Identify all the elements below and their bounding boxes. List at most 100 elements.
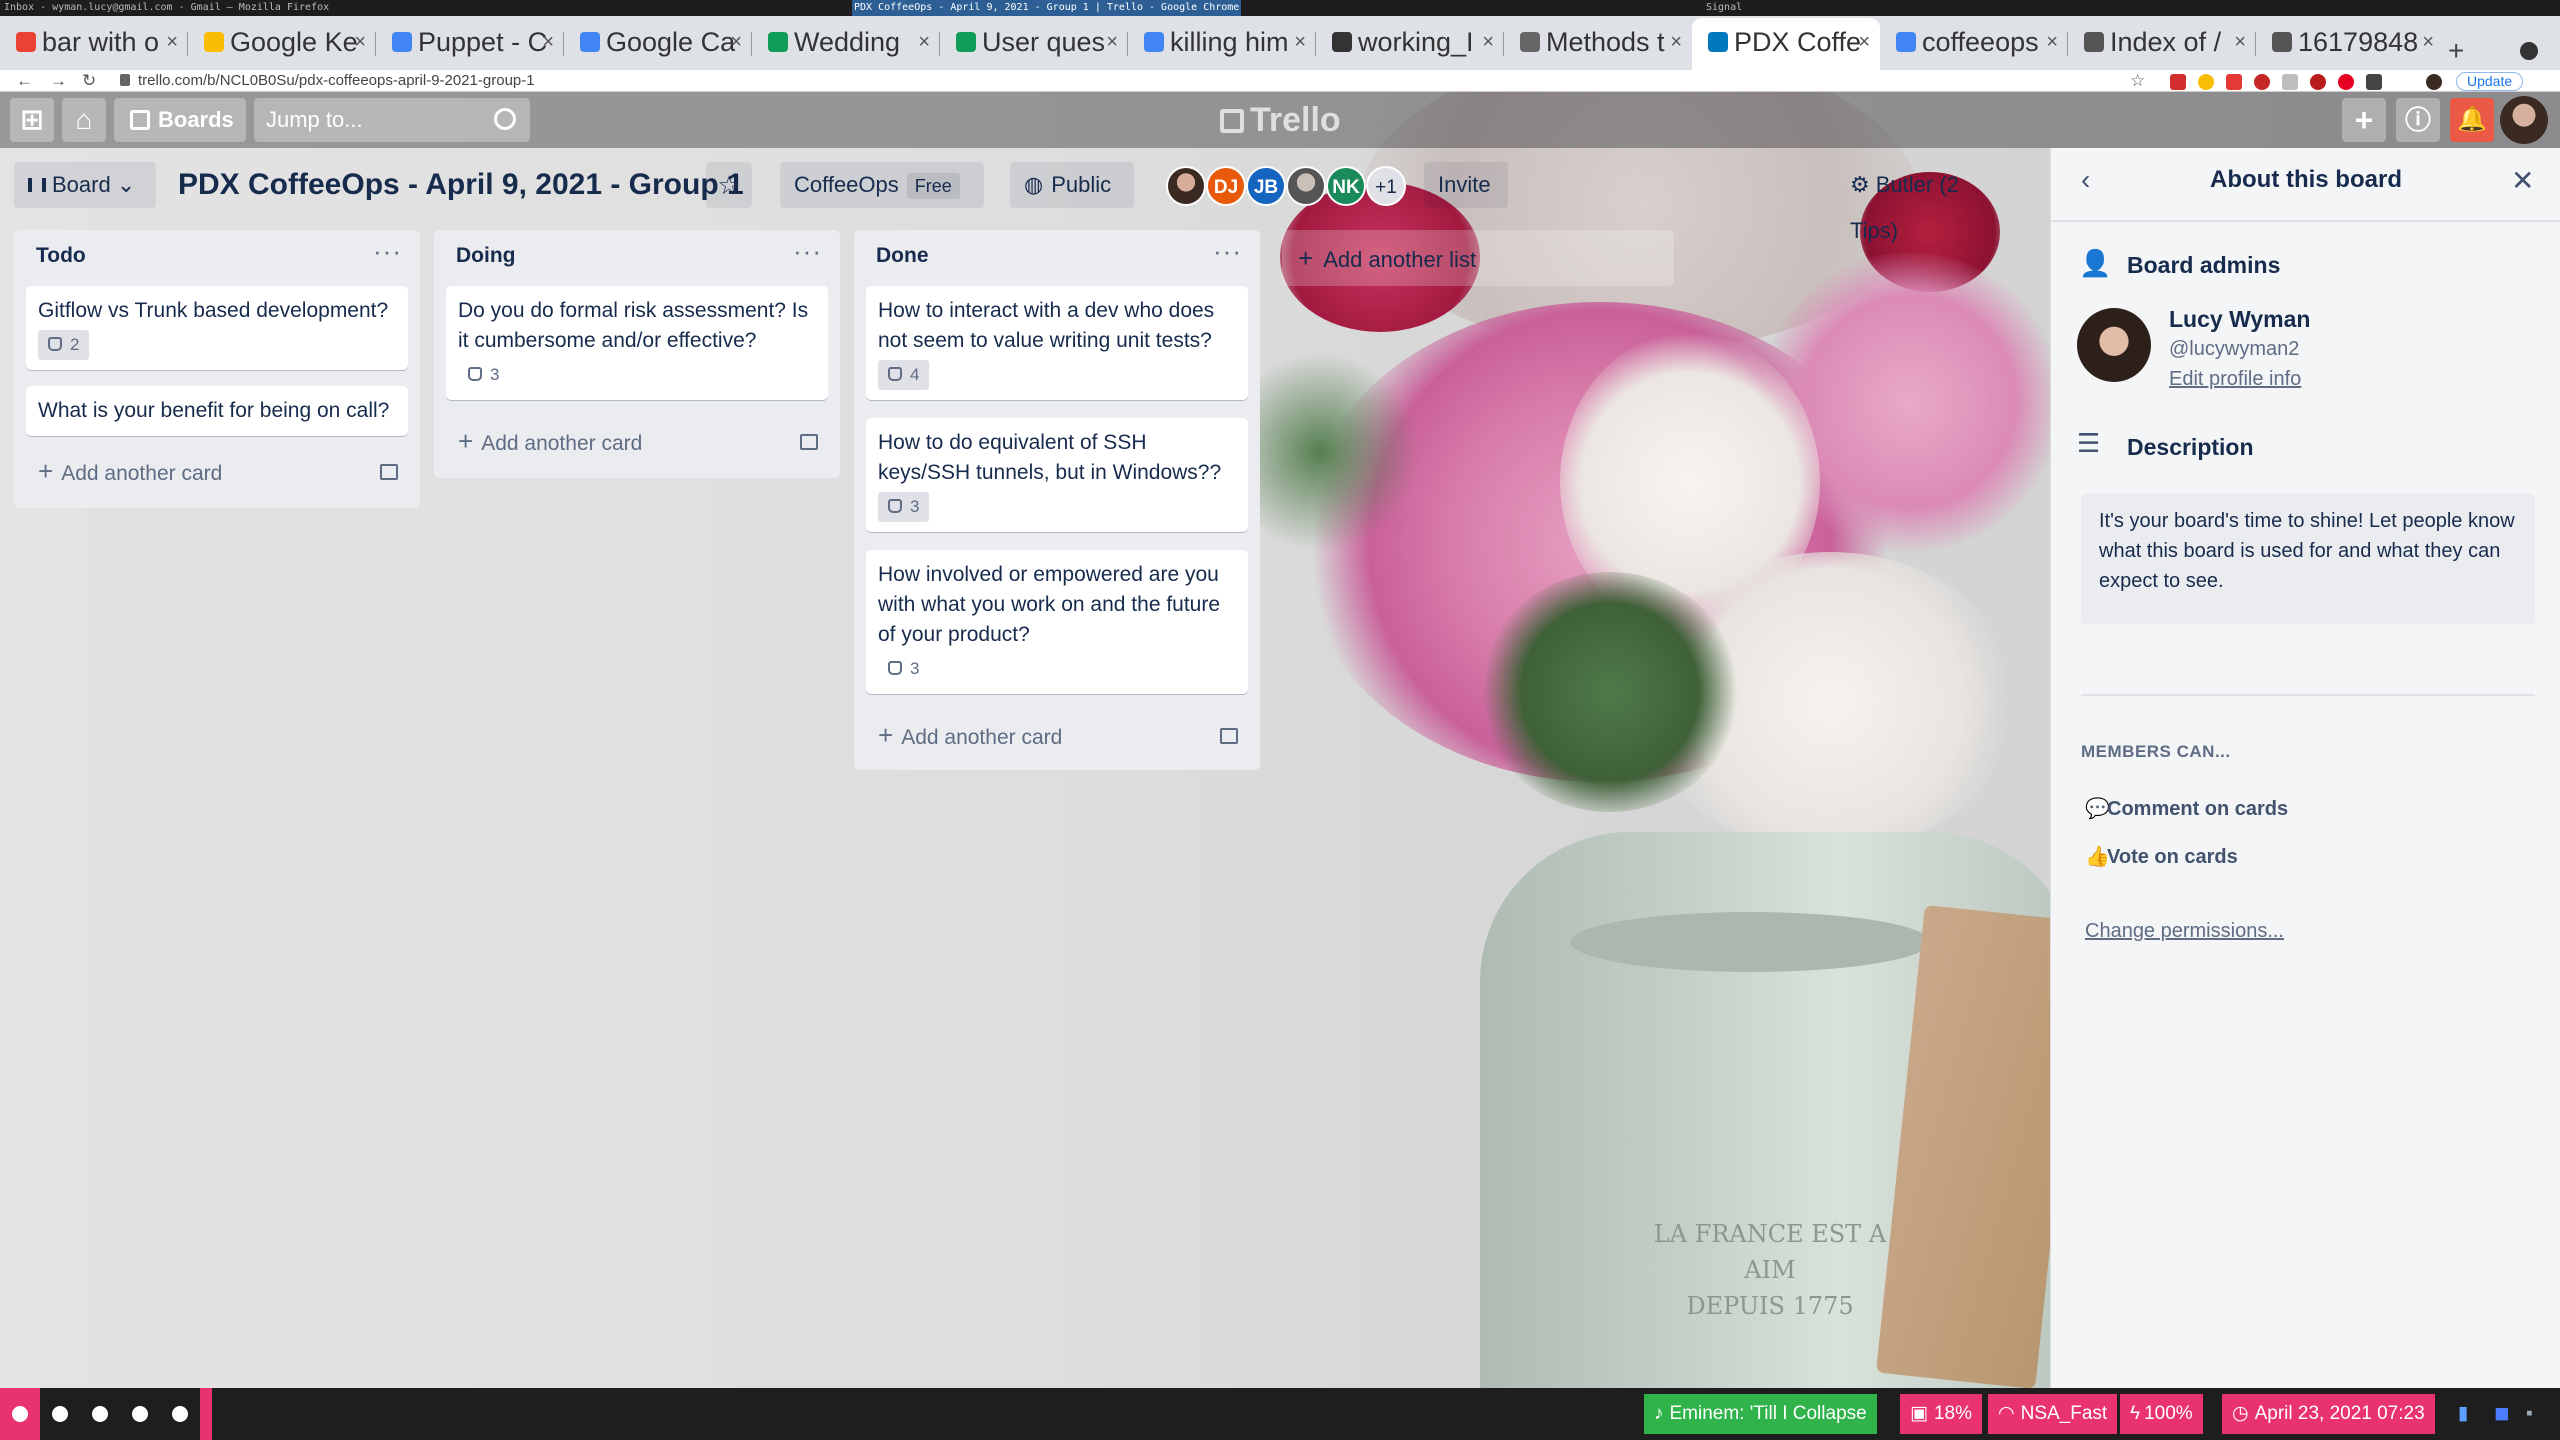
music-status[interactable]: ♪ Eminem: 'Till I Collapse	[1644, 1394, 1877, 1434]
close-tab-icon[interactable]: ×	[354, 18, 366, 66]
close-tab-icon[interactable]: ×	[730, 18, 742, 66]
member-avatar[interactable]: NK	[1326, 166, 1366, 206]
extension-icon[interactable]	[2338, 74, 2354, 90]
info-icon[interactable]: ⓘ	[2396, 98, 2440, 142]
list-title[interactable]: Doing	[456, 244, 515, 268]
member-avatar[interactable]: JB	[1246, 166, 1286, 206]
more-members[interactable]: +1	[1366, 166, 1406, 206]
add-card-button[interactable]: + Add another card	[458, 426, 642, 459]
list-menu-icon[interactable]: ···	[373, 236, 402, 267]
browser-tab[interactable]: Index of / ×	[2068, 18, 2256, 70]
workspace-indicator[interactable]	[80, 1388, 120, 1440]
add-list-button[interactable]: + Add another list	[1282, 230, 1674, 286]
boards-button[interactable]: Boards	[114, 98, 246, 142]
list-title[interactable]: Done	[876, 244, 929, 268]
extension-icon[interactable]	[2226, 74, 2242, 90]
browser-tab-active[interactable]: PDX Coffe ×	[1692, 18, 1880, 70]
notification-bell-icon[interactable]: 🔔	[2450, 98, 2494, 142]
browser-menu-icon[interactable]	[2520, 42, 2538, 60]
browser-tab[interactable]: working_I ×	[1316, 18, 1504, 70]
visibility-button[interactable]: ◍ Public	[1010, 162, 1134, 208]
vote-badge[interactable]: 4	[878, 360, 930, 390]
change-permissions-link[interactable]: Change permissions...	[2085, 920, 2284, 943]
card[interactable]: What is your benefit for being on call?	[26, 386, 408, 436]
back-icon[interactable]: ←	[16, 70, 33, 92]
board-title[interactable]: PDX CoffeeOps - April 9, 2021 - Group 1	[178, 162, 744, 208]
member-avatar[interactable]: DJ	[1206, 166, 1246, 206]
create-plus-icon[interactable]: +	[2342, 98, 2386, 142]
puzzle-icon[interactable]	[2366, 74, 2382, 90]
browser-tab[interactable]: 16179848 ×	[2256, 18, 2444, 70]
close-tab-icon[interactable]: ×	[918, 18, 930, 66]
workspace-indicator[interactable]	[40, 1388, 80, 1440]
browser-tab[interactable]: Google Ke ×	[188, 18, 376, 70]
close-tab-icon[interactable]: ×	[1858, 18, 1870, 66]
board-view-switcher[interactable]: Board ⌄	[14, 162, 156, 208]
admin-avatar[interactable]	[2077, 308, 2151, 382]
invite-button[interactable]: Invite	[1424, 162, 1508, 208]
card-template-icon[interactable]	[1220, 728, 1238, 744]
vote-badge[interactable]: 3	[878, 492, 930, 522]
close-tab-icon[interactable]: ×	[1294, 18, 1306, 66]
trello-logo[interactable]: Trello	[1220, 92, 1341, 148]
card[interactable]: How to interact with a dev who does not …	[866, 286, 1248, 400]
add-card-button[interactable]: + Add another card	[878, 720, 1062, 753]
extension-icon[interactable]	[2254, 74, 2270, 90]
zoom-tray-icon[interactable]: ◼	[2484, 1394, 2520, 1434]
url-field[interactable]: trello.com/b/NCL0B0Su/pdx-coffeeops-apri…	[138, 70, 535, 92]
close-tab-icon[interactable]: ×	[542, 18, 554, 66]
extension-icon[interactable]	[2170, 74, 2186, 90]
close-tab-icon[interactable]: ×	[1670, 18, 1682, 66]
browser-tab[interactable]: killing him ×	[1128, 18, 1316, 70]
browser-tab[interactable]: Wedding ×	[752, 18, 940, 70]
member-avatar[interactable]	[1166, 166, 1206, 206]
update-button[interactable]: Update	[2456, 72, 2524, 91]
extension-icon[interactable]	[2198, 74, 2214, 90]
browser-tab[interactable]: coffeeops ×	[1880, 18, 2068, 70]
list-menu-icon[interactable]: ···	[1213, 236, 1242, 267]
close-tab-icon[interactable]: ×	[1106, 18, 1118, 66]
forward-icon[interactable]: →	[50, 70, 67, 92]
profile-icon[interactable]	[2426, 74, 2442, 90]
workspace-indicator[interactable]	[160, 1388, 200, 1440]
browser-tab[interactable]: Puppet - C ×	[376, 18, 564, 70]
bookmark-star-icon[interactable]: ☆	[2130, 70, 2145, 92]
user-avatar[interactable]	[2500, 96, 2548, 144]
browser-tab[interactable]: bar with o ×	[0, 18, 188, 70]
edit-profile-link[interactable]: Edit profile info	[2169, 368, 2301, 391]
vote-badge[interactable]: 2	[38, 330, 90, 360]
extension-icon[interactable]	[2310, 74, 2326, 90]
close-icon[interactable]: ✕	[2511, 164, 2534, 197]
description-box[interactable]: It's your board's time to shine! Let peo…	[2081, 494, 2535, 624]
browser-tab[interactable]: User ques ×	[940, 18, 1128, 70]
workspace-indicator[interactable]	[0, 1388, 40, 1440]
search-input[interactable]: Jump to...	[254, 98, 530, 142]
star-icon[interactable]: ☆	[706, 162, 752, 208]
close-tab-icon[interactable]: ×	[1482, 18, 1494, 66]
card[interactable]: Do you do formal risk assessment? Is it …	[446, 286, 828, 400]
browser-tab[interactable]: Methods t ×	[1504, 18, 1692, 70]
workspace-button[interactable]: CoffeeOps Free	[780, 162, 984, 208]
card[interactable]: How to do equivalent of SSH keys/SSH tun…	[866, 418, 1248, 532]
member-avatar[interactable]	[1286, 166, 1326, 206]
workspace-indicator[interactable]	[120, 1388, 160, 1440]
browser-tab[interactable]: Google Ca ×	[564, 18, 752, 70]
home-icon[interactable]: ⌂	[62, 98, 106, 142]
new-tab-button[interactable]: +	[2448, 34, 2464, 68]
apps-grid-icon[interactable]: ⊞	[10, 98, 54, 142]
vote-badge[interactable]: 3	[458, 360, 509, 390]
list-menu-icon[interactable]: ···	[793, 236, 822, 267]
card[interactable]: Gitflow vs Trunk based development? 2	[26, 286, 408, 370]
tray-icon[interactable]: ▪	[2516, 1394, 2543, 1434]
card-template-icon[interactable]	[800, 434, 818, 450]
butler-button[interactable]: ⚙ Butler (2 Tips)	[1836, 162, 2024, 243]
card[interactable]: How involved or empowered are you with w…	[866, 550, 1248, 694]
close-tab-icon[interactable]: ×	[2422, 18, 2434, 66]
close-tab-icon[interactable]: ×	[2234, 18, 2246, 66]
close-tab-icon[interactable]: ×	[2046, 18, 2058, 66]
add-card-button[interactable]: + Add another card	[38, 456, 222, 489]
extension-icon[interactable]	[2282, 74, 2298, 90]
list-title[interactable]: Todo	[36, 244, 86, 268]
close-tab-icon[interactable]: ×	[166, 18, 178, 66]
card-template-icon[interactable]	[380, 464, 398, 480]
